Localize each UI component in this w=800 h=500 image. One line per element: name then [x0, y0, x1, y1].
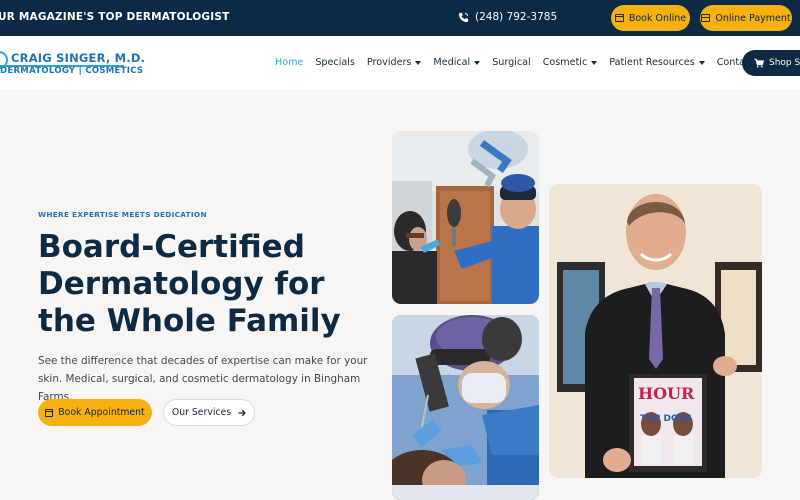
our-services-button[interactable]: Our Services: [163, 399, 255, 426]
logo-name: CRAIG SINGER, M.D.: [11, 51, 146, 65]
chevron-down-icon: [415, 60, 422, 65]
chevron-down-icon: [474, 60, 481, 65]
shop-skin-button[interactable]: Shop Skin: [742, 50, 800, 76]
phone-icon: [458, 12, 469, 22]
phone-link[interactable]: (248) 792-3785: [458, 11, 557, 23]
credit-card-icon: [701, 14, 711, 22]
hero-tagline: WHERE EXPERTISE MEETS DEDICATION: [38, 210, 207, 219]
photo-procedure-mirror: [392, 131, 539, 304]
online-payment-button[interactable]: Online Payment: [700, 5, 792, 31]
magazine-title-text: HOUR: [638, 384, 695, 403]
nav-item-label: Surgical: [492, 57, 531, 68]
book-online-label: Book Online: [628, 12, 687, 24]
hero-headline: Board-Certified Dermatology for the Whol…: [38, 229, 341, 339]
hero-description: See the difference that decades of exper…: [38, 355, 368, 403]
nav-item-cosmetic[interactable]: Cosmetic: [543, 57, 598, 68]
nav-item-label: Medical: [433, 57, 471, 68]
book-appointment-label: Book Appointment: [58, 407, 145, 418]
nav-item-surgical[interactable]: Surgical: [492, 57, 531, 68]
our-services-label: Our Services: [171, 407, 232, 418]
book-appointment-button[interactable]: Book Appointment: [38, 399, 152, 426]
arrow-right-icon: [238, 409, 246, 416]
nav-item-providers[interactable]: Providers: [367, 57, 422, 68]
calendar-icon: [614, 14, 624, 22]
calendar-icon: [45, 408, 54, 417]
promo-text: UR MAGAZINE'S TOP DERMATOLOGIST: [0, 11, 230, 23]
nav-item-label: Patient Resources: [609, 57, 695, 68]
main-nav: CRAIG SINGER, M.D. DERMATOLOGY | COSMETI…: [0, 36, 800, 90]
chevron-down-icon: [591, 60, 598, 65]
photo-doctor-magazine: HOUR TOP DOCS: [549, 184, 762, 478]
top-bar: UR MAGAZINE'S TOP DERMATOLOGIST (248) 79…: [0, 0, 800, 36]
shop-skin-label: Shop Skin: [769, 58, 800, 68]
nav-item-home[interactable]: Home: [275, 57, 303, 68]
nav-links: Home Specials Providers Medical Surgical…: [275, 57, 766, 68]
nav-item-label: Providers: [366, 57, 412, 68]
cart-icon: [754, 58, 764, 68]
book-online-button[interactable]: Book Online: [611, 5, 690, 31]
logo-subtitle: DERMATOLOGY | COSMETICS: [0, 66, 144, 76]
magazine-banner-text: TOP DOCS: [640, 414, 692, 424]
chevron-down-icon: [698, 60, 705, 65]
photo-procedure-closeup: [392, 315, 539, 500]
nav-item-label: Specials: [315, 57, 355, 68]
nav-item-label: Home: [275, 57, 304, 68]
nav-item-label: Cosmetic: [542, 57, 588, 68]
nav-item-medical[interactable]: Medical: [433, 57, 481, 68]
phone-number: (248) 792-3785: [475, 11, 558, 23]
nav-item-specials[interactable]: Specials: [315, 57, 355, 68]
nav-item-patient-resources[interactable]: Patient Resources: [609, 57, 705, 68]
online-payment-label: Online Payment: [715, 12, 791, 24]
